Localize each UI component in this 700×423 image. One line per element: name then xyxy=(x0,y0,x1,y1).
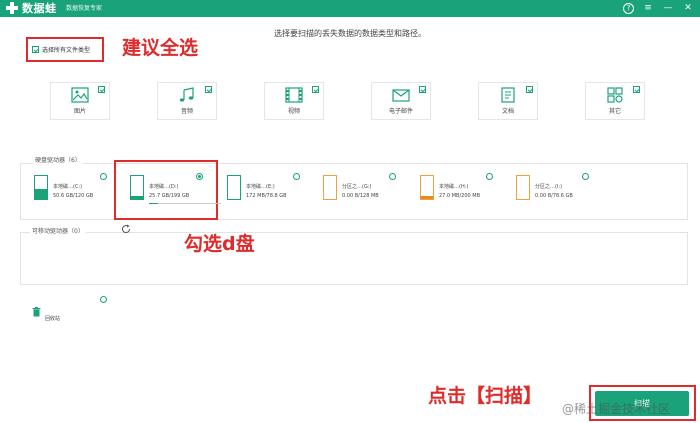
document-icon xyxy=(501,87,515,103)
drive-usage-bar xyxy=(149,203,221,204)
app-subtitle: 数据恢复专家 xyxy=(66,5,103,12)
file-type-image[interactable]: 图片 xyxy=(50,82,110,120)
watermark: @稀土掘金技术社区 xyxy=(562,402,671,416)
drive-icon xyxy=(34,175,48,200)
other-icon xyxy=(607,87,623,103)
drive-size: 0.00 B/78.6 GB xyxy=(535,193,573,199)
drive-item[interactable]: 本地磁…(C:) 50.6 GB/120 GB xyxy=(34,171,129,211)
drive-item[interactable]: 本地磁…(H:) 27.0 MB/200 MB xyxy=(420,171,515,211)
drive-radio[interactable] xyxy=(100,173,107,180)
drive-item[interactable]: 分区之…(G:) 0.00 B/128 MB xyxy=(323,171,418,211)
file-type-checkbox[interactable] xyxy=(419,86,426,93)
drive-size: 0.00 B/128 MB xyxy=(342,193,379,199)
drive-name: 本地磁…(C:) xyxy=(53,184,83,190)
instruction-text: 选择要扫描的丢失数据的数据类型和路径。 xyxy=(274,29,426,38)
recycle-bin-icon xyxy=(32,307,41,317)
drive-name: 本地磁…(D:) xyxy=(149,184,179,190)
file-type-label: 视频 xyxy=(287,108,300,115)
menu-icon[interactable]: ≡ xyxy=(642,2,654,14)
recycle-bin-radio[interactable] xyxy=(100,296,107,303)
minimize-icon[interactable]: — xyxy=(662,2,674,14)
film-icon xyxy=(285,87,303,103)
drive-radio[interactable] xyxy=(389,173,396,180)
drive-icon xyxy=(130,175,144,200)
select-all-file-types[interactable]: 选择所有文件类型 xyxy=(26,37,104,62)
window-controls: ? ≡ — ✕ xyxy=(623,2,694,14)
drive-name: 本地磁…(E:) xyxy=(246,184,275,190)
file-type-label: 其它 xyxy=(608,108,621,115)
close-icon[interactable]: ✕ xyxy=(682,2,694,14)
drive-name: 分区之…(G:) xyxy=(342,184,372,190)
file-type-checkbox[interactable] xyxy=(205,86,212,93)
file-type-checkbox[interactable] xyxy=(98,86,105,93)
drive-name: 本地磁…(H:) xyxy=(439,184,469,190)
drive-item[interactable]: 本地磁…(D:) 25.7 GB/199 GB xyxy=(130,171,225,211)
logo-plus-icon xyxy=(6,2,18,14)
image-icon xyxy=(71,87,89,103)
drive-size: 172 MB/78.8 GB xyxy=(246,193,287,199)
file-type-checkbox[interactable] xyxy=(312,86,319,93)
recycle-bin-label: 回收站 xyxy=(45,316,61,322)
drive-icon xyxy=(516,175,530,200)
select-all-label: 选择所有文件类型 xyxy=(42,47,91,54)
file-type-audio[interactable]: 音频 xyxy=(157,82,217,120)
file-type-label: 文档 xyxy=(501,108,514,115)
file-type-checkbox[interactable] xyxy=(526,86,533,93)
file-type-label: 图片 xyxy=(73,108,86,115)
file-type-other[interactable]: 其它 xyxy=(585,82,645,120)
annotation-select-all: 建议全选 xyxy=(122,37,199,59)
help-icon[interactable]: ? xyxy=(623,2,634,14)
removable-drive-title: 可移动驱动器（0） xyxy=(30,226,86,235)
annotation-scan: 点击【扫描】 xyxy=(428,385,543,407)
drive-icon xyxy=(227,175,241,200)
drive-radio[interactable] xyxy=(582,173,589,180)
mail-icon xyxy=(392,89,410,102)
drive-icon xyxy=(323,175,337,200)
drive-radio[interactable] xyxy=(486,173,493,180)
drive-icon xyxy=(420,175,434,200)
file-type-email[interactable]: 电子邮件 xyxy=(371,82,431,120)
removable-drive-panel xyxy=(20,232,688,285)
drive-size: 50.6 GB/120 GB xyxy=(53,193,94,199)
title-bar: 数据蛙 数据恢复专家 ? ≡ — ✕ xyxy=(0,0,700,17)
drive-name: 分区之…(I:) xyxy=(535,184,563,190)
drive-radio[interactable] xyxy=(196,173,203,180)
file-type-label: 音频 xyxy=(180,108,193,115)
app-name: 数据蛙 xyxy=(22,2,57,15)
file-type-checkbox[interactable] xyxy=(633,86,640,93)
drive-size: 27.0 MB/200 MB xyxy=(439,193,481,199)
drive-item[interactable]: 本地磁…(E:) 172 MB/78.8 GB xyxy=(227,171,322,211)
select-all-checkbox[interactable] xyxy=(32,46,39,53)
drive-size: 25.7 GB/199 GB xyxy=(149,193,190,199)
drive-radio[interactable] xyxy=(293,173,300,180)
hard-drive-title: 硬盘驱动器（6） xyxy=(33,155,83,164)
refresh-icon[interactable] xyxy=(121,224,131,234)
file-type-label: 电子邮件 xyxy=(388,108,413,115)
music-icon xyxy=(179,87,194,102)
file-type-video[interactable]: 视频 xyxy=(264,82,324,120)
drive-item[interactable]: 分区之…(I:) 0.00 B/78.6 GB xyxy=(516,171,611,211)
file-type-document[interactable]: 文档 xyxy=(478,82,538,120)
